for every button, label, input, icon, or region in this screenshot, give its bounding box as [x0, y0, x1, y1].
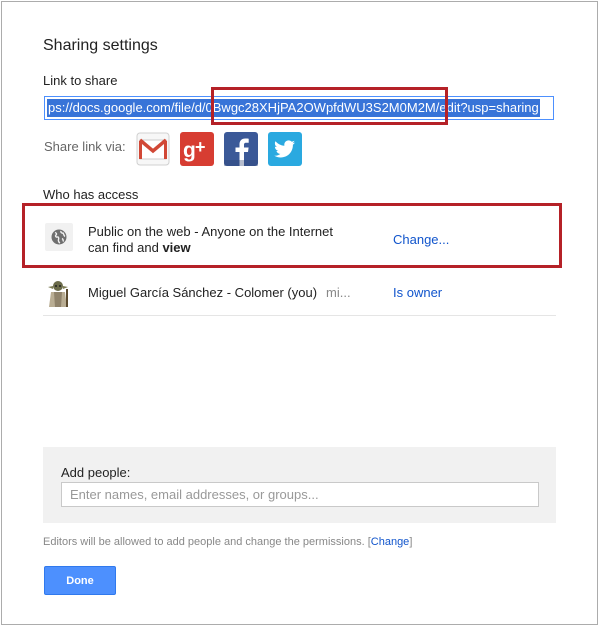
public-access-description: Public on the web - Anyone on the Intern…: [88, 224, 348, 256]
twitter-icon[interactable]: [268, 132, 302, 166]
owner-name: Miguel García Sánchez - Colomer (you): [88, 285, 318, 300]
add-people-input[interactable]: [61, 482, 539, 507]
change-visibility-link[interactable]: Change...: [393, 232, 449, 247]
gmail-icon[interactable]: [136, 132, 170, 166]
share-link-value[interactable]: ps://docs.google.com/file/d/0Bwgc28XHjPA…: [47, 99, 540, 117]
public-access-line1: Public on the web - Anyone on the Intern…: [88, 224, 334, 239]
avatar: [45, 280, 71, 308]
svg-text:g: g: [183, 139, 196, 162]
change-editor-permissions-link[interactable]: Change: [371, 536, 410, 548]
svg-text:+: +: [195, 137, 206, 157]
note-text: Editors will be allowed to add people an…: [43, 536, 371, 548]
facebook-icon[interactable]: [224, 132, 258, 166]
public-access-permission: view: [162, 240, 191, 255]
note-end: ]: [409, 536, 413, 548]
share-link-via-label: Share link via:: [44, 139, 126, 154]
editors-permission-note: Editors will be allowed to add people an…: [43, 536, 412, 548]
google-plus-icon[interactable]: g +: [180, 132, 214, 166]
globe-icon: [45, 223, 73, 251]
dialog-title: Sharing settings: [43, 37, 158, 54]
done-button[interactable]: Done: [44, 566, 116, 595]
add-people-label: Add people:: [61, 465, 131, 480]
link-to-share-label: Link to share: [43, 73, 118, 88]
share-link-field[interactable]: ps://docs.google.com/file/d/0Bwgc28XHjPA…: [44, 96, 554, 120]
owner-email: mi...: [326, 285, 351, 300]
public-access-line2-prefix: can find and: [88, 240, 163, 255]
owner-role: Is owner: [393, 285, 443, 300]
who-has-access-label: Who has access: [43, 187, 139, 202]
public-access-line2: can find and view: [88, 240, 348, 256]
